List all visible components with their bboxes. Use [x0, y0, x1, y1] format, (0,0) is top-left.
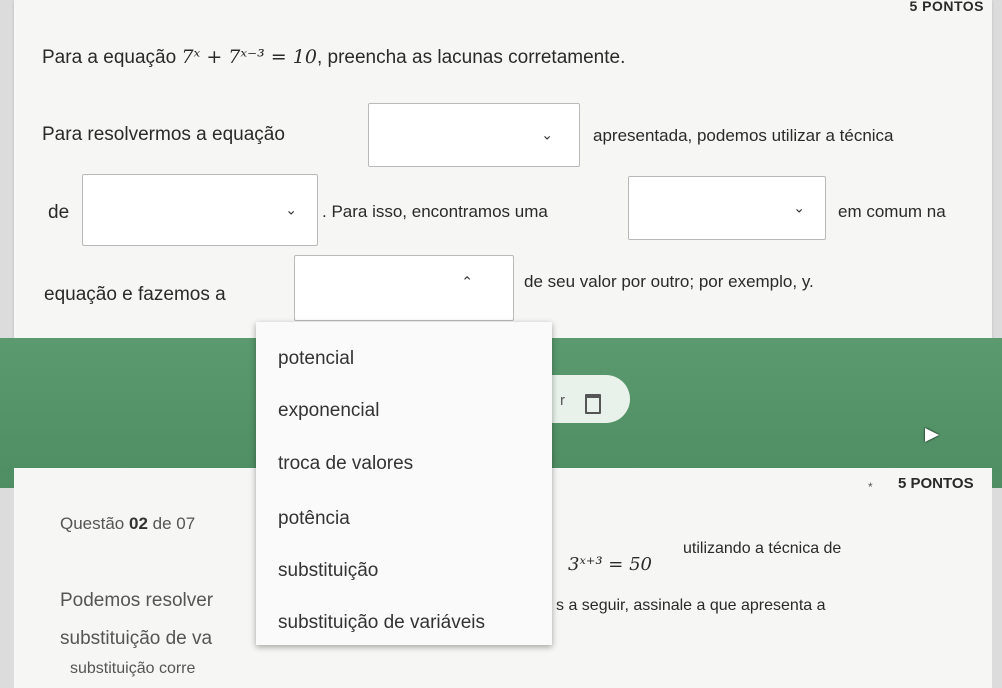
line3-before: equação e fazemos a [44, 284, 226, 305]
blank-select-2[interactable]: ⌄ [82, 174, 318, 246]
dropdown-option[interactable]: potência [278, 508, 350, 530]
chevron-down-icon: ⌄ [541, 126, 553, 143]
q2-line3: substituição corre [70, 660, 196, 677]
trash-icon[interactable] [585, 394, 601, 414]
dropdown-option[interactable]: substituição de variáveis [278, 612, 485, 634]
line2-before: de [48, 202, 70, 223]
q2-line1-b: utilizando a técnica de [683, 540, 842, 557]
dropdown-option[interactable]: substituição [278, 560, 378, 582]
line2-after: em comum na [838, 202, 946, 221]
question-number-label: Questão 02 de 07 [60, 514, 195, 534]
chevron-down-icon: ⌄ [285, 201, 297, 218]
question-prompt: Para a equação 7ˣ + 7ˣ⁻³ = 10, preencha … [42, 46, 625, 69]
blank-select-1[interactable]: ⌄ [368, 103, 580, 167]
line3-after: de seu valor por outro; por exemplo, y. [524, 272, 814, 291]
required-star-icon: * [868, 480, 873, 494]
points-badge: 5 PONTOS [909, 0, 984, 14]
prompt-suffix: , preencha as lacunas corretamente. [316, 47, 626, 68]
dropdown-option[interactable]: potencial [278, 348, 354, 370]
q2-line2-a: substituição de va [60, 628, 213, 649]
dropdown-menu: potencial exponencial troca de valores p… [256, 322, 552, 645]
label-prefix: Questão [60, 514, 129, 533]
equation: 7ˣ + 7ˣ⁻³ = 10 [181, 46, 317, 68]
dropdown-option[interactable]: exponencial [278, 400, 379, 422]
mouse-cursor-icon [925, 428, 939, 442]
prompt-prefix: Para a equação [42, 47, 182, 68]
points-badge-2: 5 PONTOS [898, 475, 974, 492]
blank-select-4-open[interactable]: ⌃ [294, 255, 514, 321]
q2-equation: 3ˣ⁺³ = 50 [568, 554, 652, 575]
chevron-up-icon: ⌃ [461, 273, 473, 290]
label-suffix: de 07 [147, 514, 196, 533]
q2-line2-b: s a seguir, assinale a que apresenta a [556, 597, 826, 614]
blank-select-3[interactable]: ⌄ [628, 176, 826, 240]
line1-before: Para resolvermos a equação [42, 124, 285, 145]
chevron-down-icon: ⌄ [793, 199, 805, 216]
line1-after: apresentada, podemos utilizar a técnica [593, 126, 894, 145]
dropdown-option[interactable]: troca de valores [278, 453, 413, 475]
question-number: 02 [129, 514, 148, 533]
line2-middle: . Para isso, encontramos uma [322, 202, 548, 221]
q2-line1-a: Podemos resolver [60, 590, 214, 611]
pill-partial-text: r [560, 392, 565, 409]
